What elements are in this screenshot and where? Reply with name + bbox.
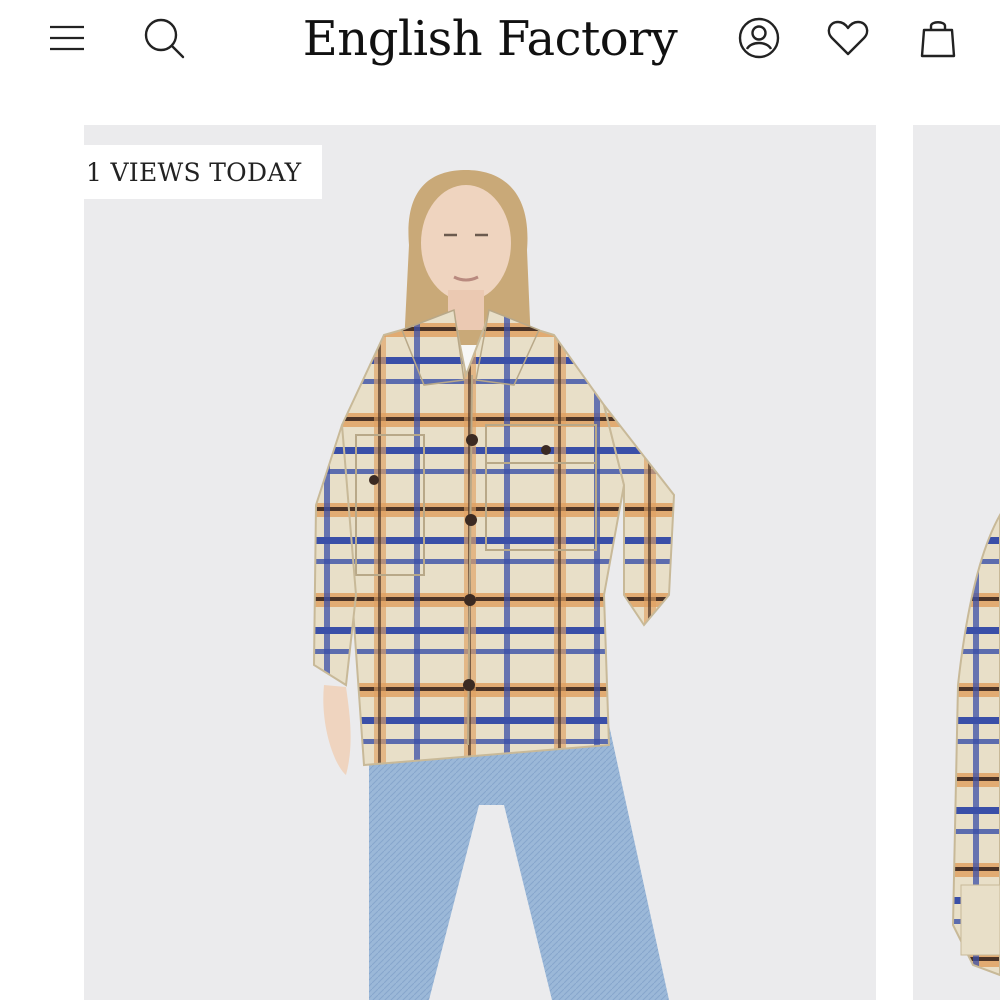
user-icon bbox=[737, 16, 781, 60]
product-image-carousel[interactable] bbox=[0, 125, 1000, 1000]
search-button[interactable] bbox=[140, 14, 188, 62]
product-image-next[interactable] bbox=[913, 125, 1000, 1000]
site-header: English Factory bbox=[0, 0, 1000, 80]
cart-button[interactable] bbox=[914, 14, 962, 62]
brand-logo[interactable]: English Factory bbox=[260, 4, 720, 74]
menu-button[interactable] bbox=[42, 14, 90, 62]
bag-icon bbox=[918, 16, 958, 60]
menu-icon bbox=[46, 23, 86, 53]
search-icon bbox=[142, 16, 186, 60]
account-button[interactable] bbox=[735, 14, 783, 62]
wishlist-button[interactable] bbox=[824, 14, 872, 62]
heart-icon bbox=[826, 18, 870, 58]
views-today-badge: 1 VIEWS TODAY bbox=[84, 145, 322, 199]
product-image-main[interactable] bbox=[84, 125, 876, 1000]
